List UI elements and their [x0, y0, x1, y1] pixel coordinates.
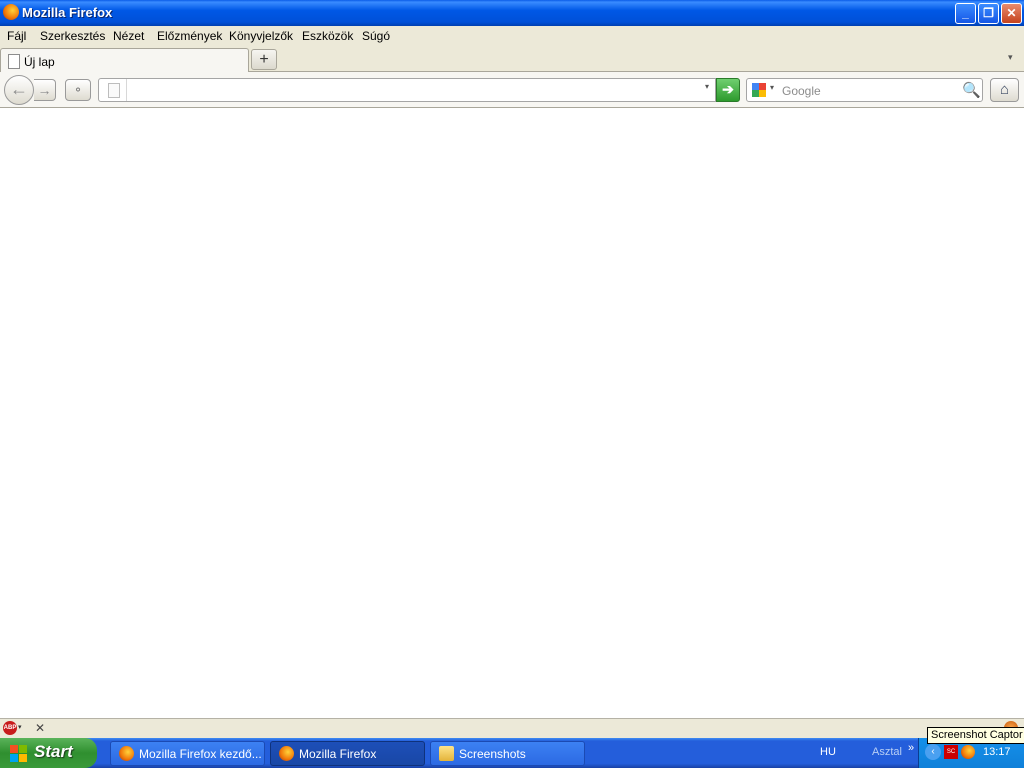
taskbar: Start Mozilla Firefox kezdő... Mozilla F… — [0, 738, 1024, 768]
search-bar[interactable]: ▾ 🔍 — [746, 78, 983, 102]
url-input[interactable] — [129, 81, 703, 101]
back-button[interactable]: ← — [4, 75, 34, 105]
go-arrow-icon: ➔ — [722, 81, 734, 97]
window-title: Mozilla Firefox — [22, 5, 113, 20]
navigation-toolbar: ← → ⚬ ▾ ➔ ▾ 🔍 ⌂ — [0, 72, 1024, 108]
addon-bar: ABP ▾ ✕ — [0, 718, 1024, 738]
screenshot-captor-tray-icon[interactable]: SC — [944, 745, 958, 759]
start-button[interactable]: Start — [0, 738, 97, 768]
start-label: Start — [34, 742, 73, 761]
chevron-down-icon: ▾ — [1008, 52, 1013, 62]
url-bar[interactable]: ▾ — [98, 78, 716, 102]
desktop-toolbar[interactable]: Asztal — [872, 746, 902, 758]
menu-tools[interactable]: Eszközök — [302, 29, 353, 43]
firefox-icon — [119, 746, 134, 761]
taskbar-item-label: Mozilla Firefox — [299, 747, 377, 761]
google-icon[interactable] — [752, 83, 766, 97]
restore-button[interactable]: ❐ — [978, 3, 999, 24]
chevron-down-icon: ▾ — [770, 83, 775, 92]
search-button[interactable]: 🔍 — [962, 81, 981, 99]
chevron-down-icon: ▾ — [705, 82, 710, 91]
close-icon: ✕ — [1006, 6, 1017, 20]
restore-icon: ❐ — [983, 6, 994, 20]
panorama-icon: ⚬ — [72, 83, 84, 97]
tab-new-tab[interactable]: Új lap — [0, 48, 249, 72]
toolbar-chevron-icon[interactable]: » — [908, 742, 914, 754]
title-bar[interactable]: Mozilla Firefox _ ❐ ✕ — [0, 0, 1024, 26]
search-engine-dropdown[interactable]: ▾ — [770, 83, 774, 92]
taskbar-item-firefox-home[interactable]: Mozilla Firefox kezdő... — [110, 741, 265, 766]
show-hidden-icons-button[interactable]: ‹ — [925, 744, 941, 760]
go-button[interactable]: ➔ — [716, 78, 740, 102]
adblock-dropdown[interactable]: ▾ — [18, 723, 22, 731]
tab-list-button[interactable]: ▾ — [1008, 52, 1013, 63]
addon-bar-close-button[interactable]: ✕ — [35, 721, 45, 735]
taskbar-item-screenshots[interactable]: Screenshots — [430, 741, 585, 766]
close-button[interactable]: ✕ — [1001, 3, 1022, 24]
windows-logo-icon — [10, 745, 27, 762]
tab-label: Új lap — [24, 55, 55, 69]
search-input[interactable] — [780, 81, 964, 101]
tab-strip: Új lap + ▾ — [0, 46, 1024, 72]
firefox-icon — [279, 746, 294, 761]
page-content[interactable] — [0, 108, 1024, 718]
menu-view[interactable]: Nézet — [113, 29, 144, 43]
menu-bar: Fájl Szerkesztés Nézet Előzmények Könyvj… — [0, 26, 1024, 46]
menu-edit[interactable]: Szerkesztés — [40, 29, 105, 43]
page-icon — [8, 54, 20, 69]
chevron-down-icon: ▾ — [18, 724, 22, 731]
taskbar-item-label: Screenshots — [459, 747, 526, 761]
home-icon: ⌂ — [999, 81, 1010, 98]
taskbar-item-label: Mozilla Firefox kezdő... — [139, 747, 262, 761]
magnifier-icon: 🔍 — [962, 82, 981, 99]
minimize-icon: _ — [962, 6, 969, 20]
new-tab-button[interactable]: + — [251, 49, 277, 70]
taskbar-item-firefox[interactable]: Mozilla Firefox — [270, 741, 425, 766]
menu-file[interactable]: Fájl — [7, 29, 26, 43]
url-history-dropdown[interactable]: ▾ — [705, 82, 709, 91]
menu-bookmarks[interactable]: Könyvjelzők — [229, 29, 293, 43]
back-arrow-icon: ← — [10, 79, 28, 99]
menu-history[interactable]: Előzmények — [157, 29, 222, 43]
site-identity-button[interactable] — [99, 79, 127, 101]
firefox-tray-icon[interactable] — [961, 745, 975, 759]
home-button[interactable]: ⌂ — [990, 78, 1019, 102]
panorama-button[interactable]: ⚬ — [65, 79, 91, 101]
folder-icon — [439, 746, 454, 761]
minimize-button[interactable]: _ — [955, 3, 976, 24]
page-icon — [108, 83, 120, 98]
tooltip: Screenshot Captor — [927, 727, 1024, 744]
adblock-plus-icon[interactable]: ABP — [3, 721, 17, 735]
forward-arrow-icon: → — [37, 82, 52, 98]
plus-icon: + — [259, 51, 269, 68]
clock[interactable]: 13:17 — [983, 746, 1011, 758]
firefox-icon — [3, 4, 19, 20]
close-icon: ✕ — [35, 721, 46, 735]
forward-button[interactable]: → — [34, 79, 56, 101]
menu-help[interactable]: Súgó — [362, 29, 390, 43]
language-indicator[interactable]: HU — [820, 746, 836, 758]
